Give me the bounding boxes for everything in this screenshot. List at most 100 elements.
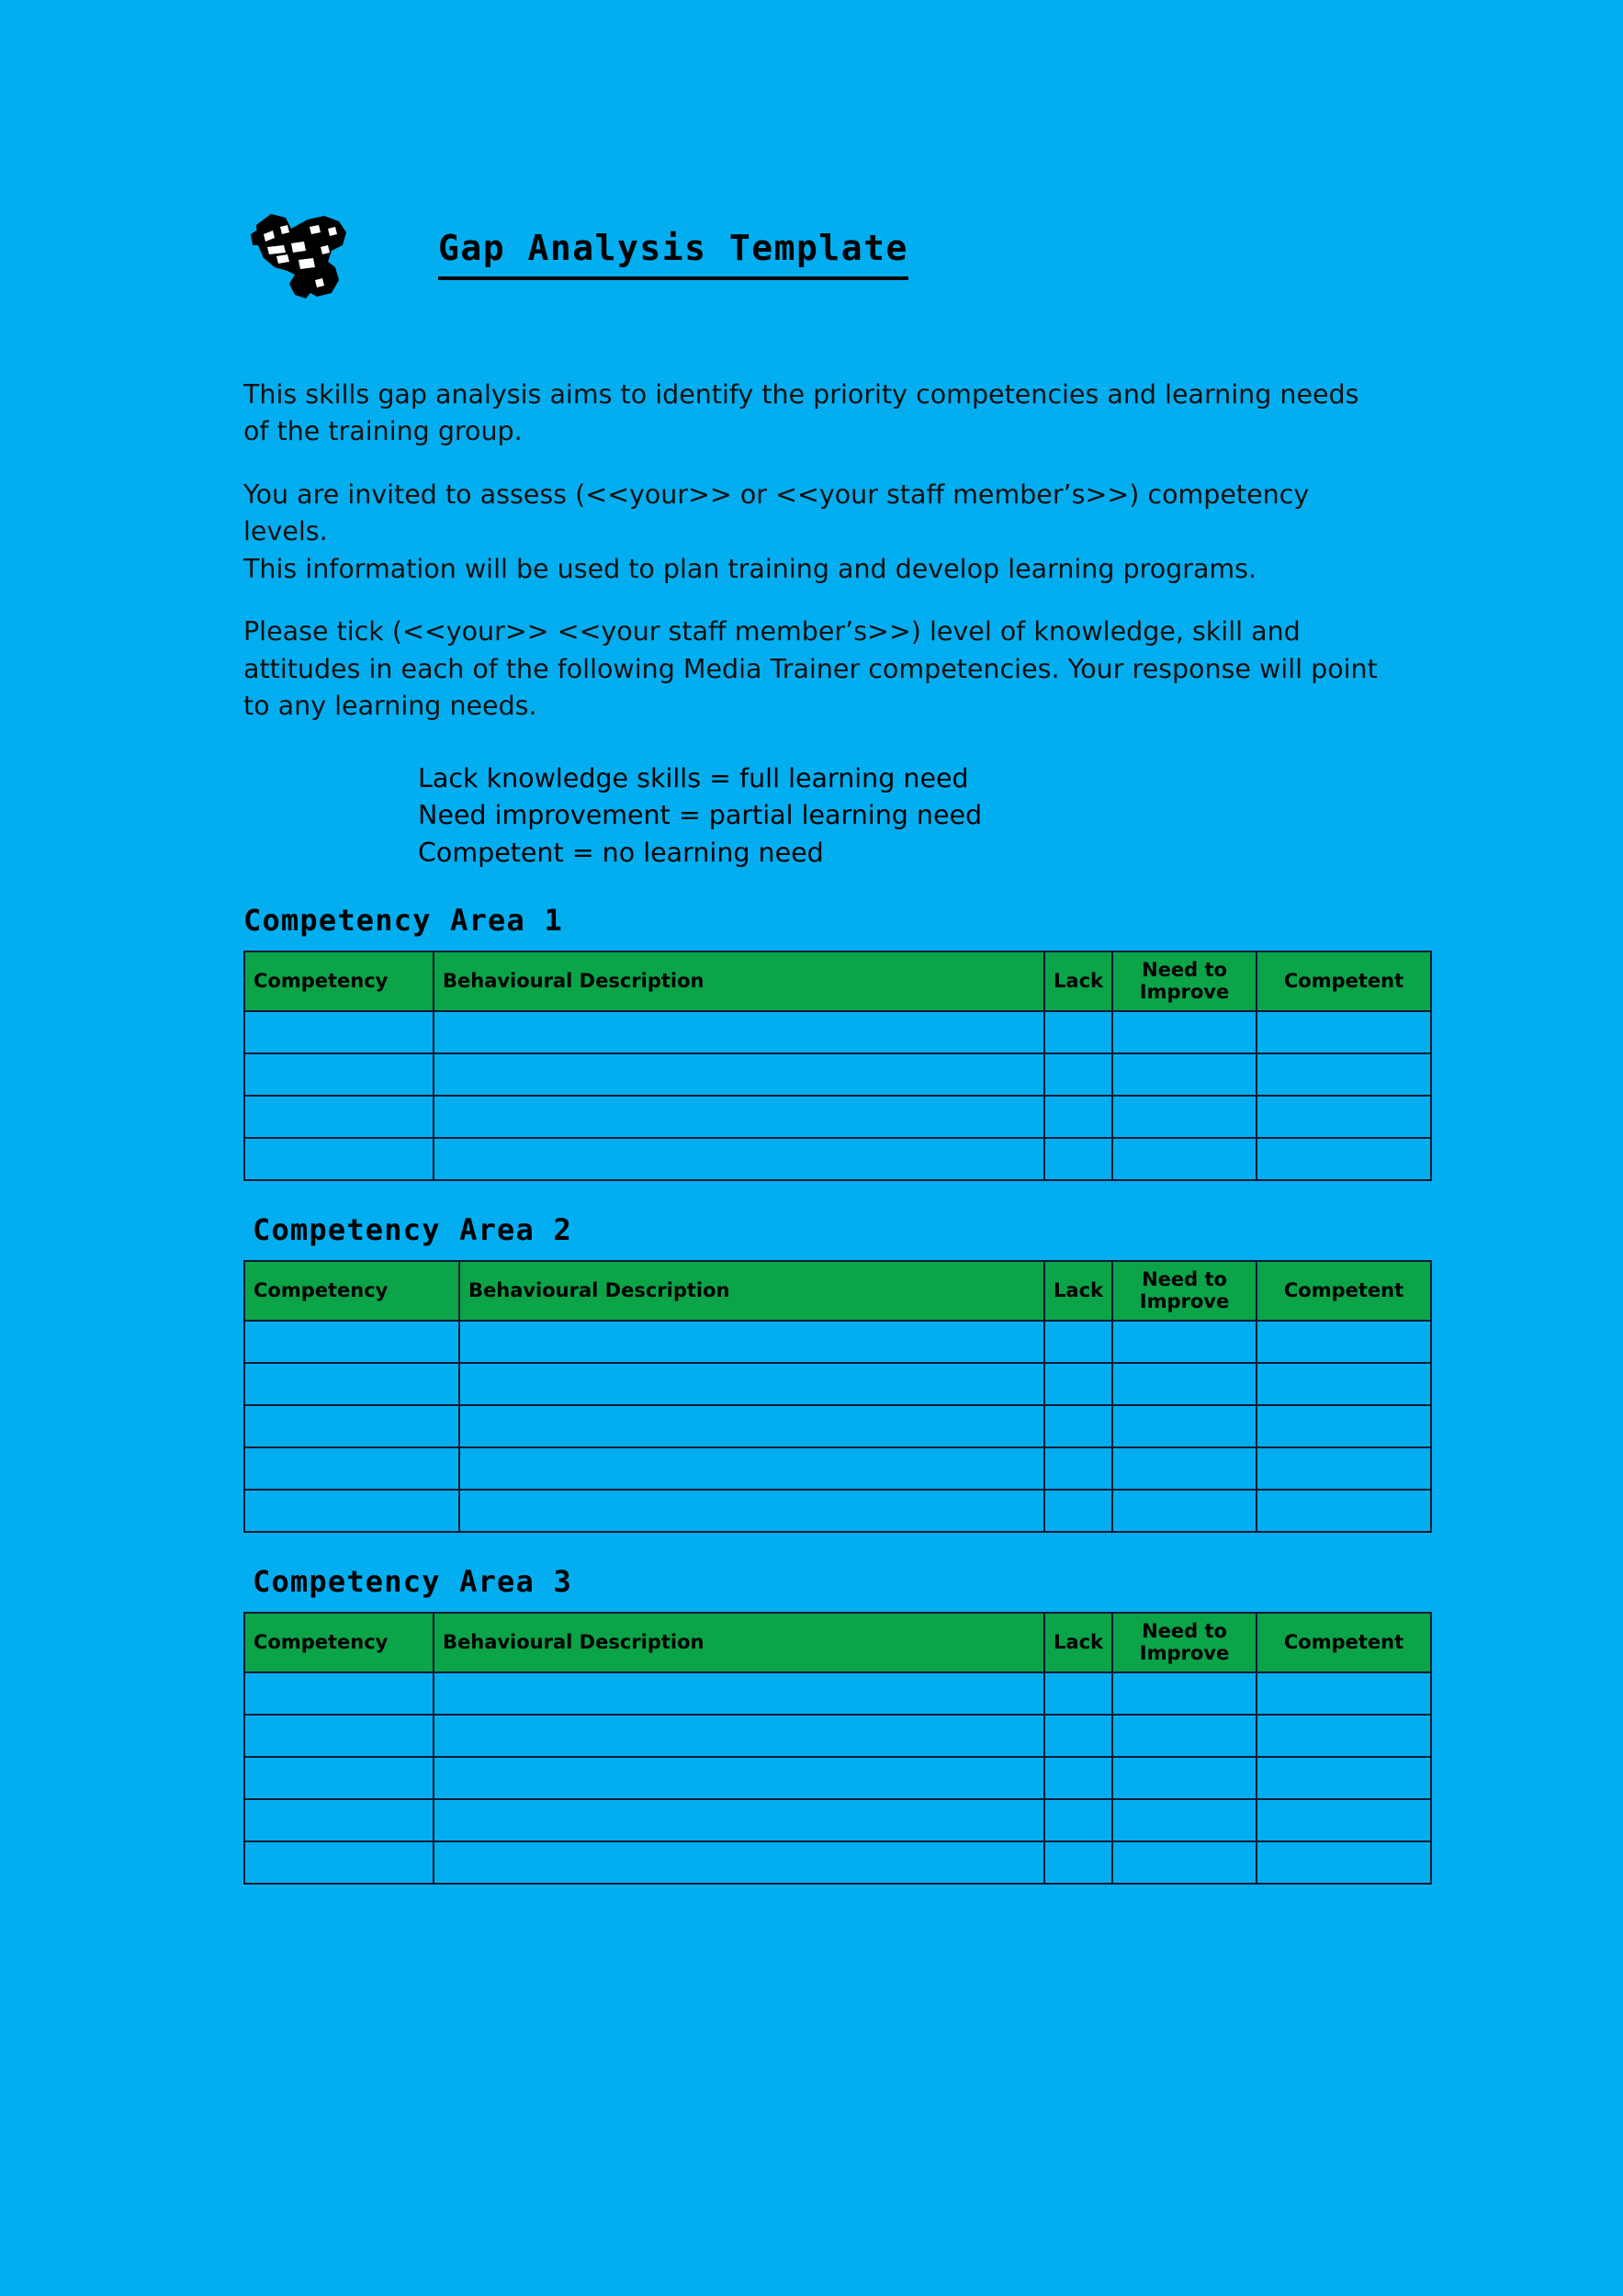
cell-behavioural-description[interactable]: [433, 1010, 1045, 1055]
cell-competency[interactable]: [243, 1756, 434, 1801]
cell-competent[interactable]: [1256, 1095, 1432, 1140]
table-row: [243, 1362, 1432, 1407]
cell-competent[interactable]: [1256, 1840, 1432, 1885]
cell-behavioural-description[interactable]: [433, 1756, 1045, 1801]
cell-behavioural-description[interactable]: [433, 1052, 1045, 1097]
competency-area-2-section: Competency Area 2 Competency Behavioural…: [243, 1212, 1432, 1534]
table-header-row: Competency Behavioural Description Lack …: [243, 951, 1432, 1013]
competency-area-1-section: Competency Area 1 Competency Behavioural…: [243, 903, 1432, 1182]
camera-clipart-icon: [243, 207, 363, 303]
intro-paragraph-2-line-2: This information will be used to plan tr…: [243, 553, 1257, 584]
cell-competent[interactable]: [1256, 1010, 1432, 1055]
cell-lack[interactable]: [1043, 1446, 1113, 1491]
header-behavioural-description: Behavioural Description: [433, 951, 1045, 1013]
cell-competency[interactable]: [243, 1489, 460, 1534]
table-row: [243, 1010, 1432, 1055]
cell-behavioural-description[interactable]: [433, 1671, 1045, 1716]
cell-lack[interactable]: [1043, 1840, 1113, 1885]
header-competent: Competent: [1256, 951, 1432, 1013]
cell-competent[interactable]: [1256, 1446, 1432, 1491]
cell-competency[interactable]: [243, 1404, 460, 1449]
header-behavioural-description: Behavioural Description: [433, 1612, 1045, 1674]
intro-paragraph-3: Please tick (<<your>> <<your staff membe…: [243, 616, 1378, 722]
cell-competency[interactable]: [243, 1840, 434, 1885]
cell-behavioural-description[interactable]: [458, 1362, 1045, 1407]
document-header: Gap Analysis Template: [243, 207, 1401, 303]
table-row: [243, 1404, 1432, 1449]
cell-competent[interactable]: [1256, 1137, 1432, 1182]
cell-need-to-improve[interactable]: [1111, 1052, 1257, 1097]
cell-lack[interactable]: [1043, 1362, 1113, 1407]
cell-need-to-improve[interactable]: [1111, 1840, 1257, 1885]
cell-competency[interactable]: [243, 1137, 434, 1182]
cell-lack[interactable]: [1043, 1404, 1113, 1449]
cell-behavioural-description[interactable]: [458, 1320, 1045, 1365]
cell-behavioural-description[interactable]: [458, 1489, 1045, 1534]
cell-behavioural-description[interactable]: [433, 1798, 1045, 1843]
cell-behavioural-description[interactable]: [433, 1840, 1045, 1885]
cell-lack[interactable]: [1043, 1095, 1113, 1140]
intro-paragraph-2-line-1: You are invited to assess (<<your>> or <…: [243, 478, 1310, 547]
cell-competent[interactable]: [1256, 1671, 1432, 1716]
cell-behavioural-description[interactable]: [433, 1714, 1045, 1759]
cell-competency[interactable]: [243, 1714, 434, 1759]
competency-area-3-heading: Competency Area 3: [253, 1564, 572, 1600]
cell-need-to-improve[interactable]: [1111, 1798, 1257, 1843]
cell-need-to-improve[interactable]: [1111, 1137, 1257, 1182]
competency-area-3-table: Competency Behavioural Description Lack …: [243, 1612, 1432, 1885]
table-row: [243, 1489, 1432, 1534]
cell-need-to-improve[interactable]: [1111, 1446, 1257, 1491]
cell-lack[interactable]: [1043, 1756, 1113, 1801]
cell-competency[interactable]: [243, 1095, 434, 1140]
legend-line-need-improvement: Need improvement = partial learning need: [418, 800, 983, 831]
cell-competent[interactable]: [1256, 1489, 1432, 1534]
cell-competency[interactable]: [243, 1320, 460, 1365]
cell-behavioural-description[interactable]: [433, 1137, 1045, 1182]
cell-need-to-improve[interactable]: [1111, 1095, 1257, 1140]
cell-lack[interactable]: [1043, 1489, 1113, 1534]
cell-need-to-improve[interactable]: [1111, 1010, 1257, 1055]
cell-competent[interactable]: [1256, 1798, 1432, 1843]
legend-line-lack: Lack knowledge skills = full learning ne…: [418, 762, 969, 793]
cell-need-to-improve[interactable]: [1111, 1489, 1257, 1534]
cell-competent[interactable]: [1256, 1756, 1432, 1801]
cell-competent[interactable]: [1256, 1404, 1432, 1449]
cell-lack[interactable]: [1043, 1010, 1113, 1055]
cell-need-to-improve[interactable]: [1111, 1714, 1257, 1759]
legend-line-competent: Competent = no learning need: [418, 837, 824, 868]
cell-competency[interactable]: [243, 1671, 434, 1716]
header-lack: Lack: [1043, 1612, 1113, 1674]
cell-need-to-improve[interactable]: [1111, 1404, 1257, 1449]
cell-lack[interactable]: [1043, 1714, 1113, 1759]
cell-competent[interactable]: [1256, 1052, 1432, 1097]
cell-lack[interactable]: [1043, 1320, 1113, 1365]
cell-lack[interactable]: [1043, 1671, 1113, 1716]
cell-competent[interactable]: [1256, 1714, 1432, 1759]
cell-lack[interactable]: [1043, 1052, 1113, 1097]
cell-competent[interactable]: [1256, 1320, 1432, 1365]
cell-behavioural-description[interactable]: [433, 1095, 1045, 1140]
cell-lack[interactable]: [1043, 1137, 1113, 1182]
cell-need-to-improve[interactable]: [1111, 1756, 1257, 1801]
header-competency: Competency: [243, 1612, 434, 1674]
competency-area-1-table: Competency Behavioural Description Lack …: [243, 951, 1432, 1182]
cell-competency[interactable]: [243, 1010, 434, 1055]
cell-competency[interactable]: [243, 1446, 460, 1491]
cell-need-to-improve[interactable]: [1111, 1320, 1257, 1365]
cell-need-to-improve[interactable]: [1111, 1671, 1257, 1716]
cell-lack[interactable]: [1043, 1798, 1113, 1843]
header-competent: Competent: [1256, 1260, 1432, 1322]
page-title: Gap Analysis Template: [438, 229, 908, 280]
cell-behavioural-description[interactable]: [458, 1446, 1045, 1491]
cell-competent[interactable]: [1256, 1362, 1432, 1407]
cell-behavioural-description[interactable]: [458, 1404, 1045, 1449]
table-row: [243, 1446, 1432, 1491]
rating-legend: Lack knowledge skills = full learning ne…: [418, 760, 1401, 872]
cell-competency[interactable]: [243, 1798, 434, 1843]
cell-competency[interactable]: [243, 1052, 434, 1097]
cell-need-to-improve[interactable]: [1111, 1362, 1257, 1407]
cell-competency[interactable]: [243, 1362, 460, 1407]
competency-area-2-table: Competency Behavioural Description Lack …: [243, 1260, 1432, 1534]
document-page: Gap Analysis Template This skills gap an…: [0, 0, 1623, 2296]
table-row: [243, 1320, 1432, 1365]
